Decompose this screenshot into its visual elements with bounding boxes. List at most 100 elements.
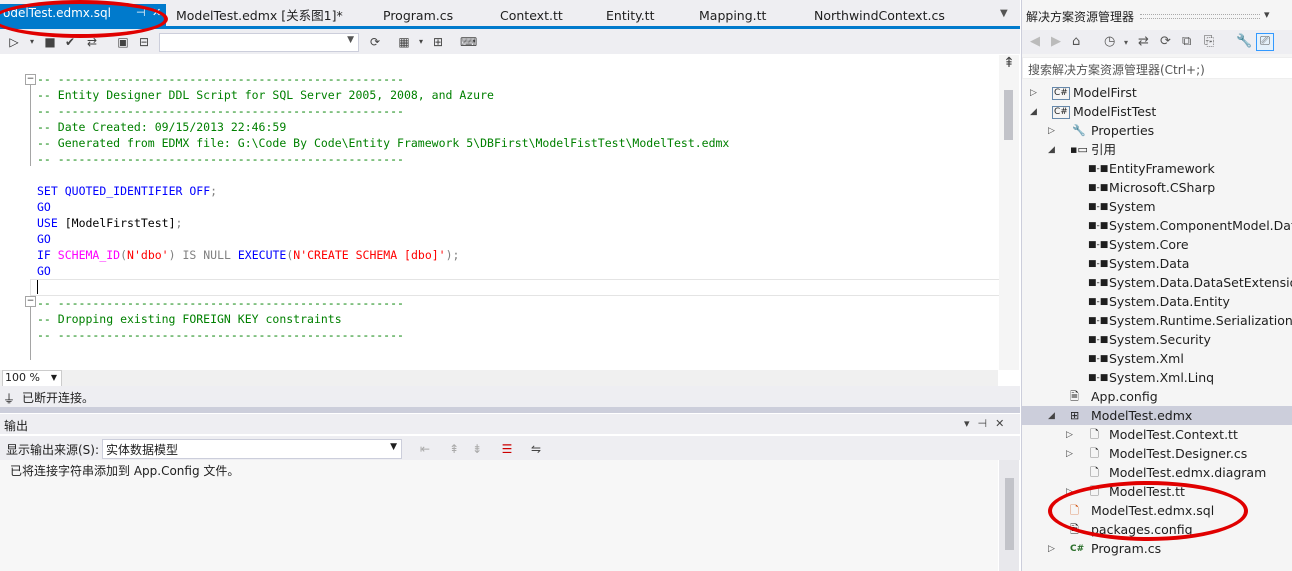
preview-icon[interactable]: ⎚ [1256,33,1274,51]
assembly-icon: ■-■ [1088,202,1109,212]
connection-status-text: 已断开连接。 [22,391,95,405]
grid-results-icon[interactable]: ▦ [396,34,412,50]
grid-dropdown-icon[interactable]: ▾ [413,34,429,50]
code-line: GO [37,200,51,214]
show-all-files-icon[interactable]: ⎘ [1204,34,1214,49]
scrollbar-thumb[interactable] [1004,90,1013,140]
home-icon[interactable]: ⌂ [1072,34,1080,49]
assembly-icon: ■-■ [1088,335,1109,345]
previous-message-icon[interactable]: ⇞ [446,441,462,457]
code-line: IF SCHEMA_ID(N'dbo') IS NULL EXECUTE(N'C… [37,248,460,262]
assembly-icon: ■-■ [1088,297,1109,307]
pending-changes-icon[interactable]: ◷ [1104,34,1115,49]
assembly-icon: ■-■ [1088,164,1109,174]
refresh-icon[interactable]: ⟳ [1160,34,1171,49]
options-icon[interactable]: ⌨ [460,34,477,50]
config-file-icon: 🗎 [1070,390,1079,403]
forward-icon[interactable]: ▶ [1051,34,1061,49]
solution-search-input[interactable]: 搜索解决方案资源管理器(Ctrl+;) [1022,57,1292,79]
code-line: -- -------------------------------------… [37,328,404,342]
output-pane-header [0,414,1020,434]
template-file-icon: 🗋 [1090,447,1099,460]
filter-dropdown-icon[interactable]: ▾ [1124,38,1128,47]
output-source-select[interactable]: 实体数据模型 ▼ [102,439,402,459]
template-file-icon: 🗋 [1090,428,1099,441]
sql-editor-toolbar [0,30,1020,54]
csharp-file-icon: C# [1070,544,1085,554]
output-message: 已将连接字符串添加到 App.Config 文件。 [10,464,240,478]
collapse-region-icon[interactable]: − [25,296,36,307]
tab-mapping-tt[interactable]: Mapping.tt [699,6,766,26]
database-select[interactable]: ▼ [159,33,359,52]
close-icon[interactable]: ✕ [995,417,1012,430]
tab-modeltest-edmx-diagram[interactable]: ModelTest.edmx [关系图1]* [176,6,343,26]
assembly-icon: ■-■ [1088,240,1109,250]
disconnect-icon[interactable]: ⊟ [136,34,152,50]
code-line: GO [37,232,51,246]
assembly-icon: ■-■ [1088,259,1109,269]
window-menu-icon[interactable]: ▾ [964,417,978,430]
assembly-icon: ■-■ [1088,221,1109,231]
disconnected-icon: ⏚ [3,392,16,406]
next-message-icon[interactable]: ⇟ [469,441,485,457]
pane-splitter[interactable] [0,407,1020,413]
connection-status-bar: ⏚ 已断开连接。 [0,386,1020,408]
split-window-icon[interactable]: ⇞ [999,55,1019,72]
scrollbar-thumb[interactable] [1005,478,1014,550]
tab-program-cs[interactable]: Program.cs [383,6,453,26]
results-icon[interactable]: ▣ [115,34,131,50]
code-line: -- -------------------------------------… [37,104,404,118]
zoom-select[interactable]: 100 % ▼ [2,370,62,387]
clear-all-icon[interactable]: ☰ [499,441,515,457]
code-line: -- Dropping existing FOREIGN KEY constra… [37,312,342,326]
tab-list-dropdown-icon[interactable]: ▼ [1000,8,1008,19]
execute-dropdown-icon[interactable]: ▾ [24,34,40,50]
code-line: -- Entity Designer DDL Script for SQL Se… [37,88,494,102]
wrench-icon: 🔧 [1072,124,1086,137]
csharp-project-icon: C# [1052,106,1070,119]
sync-icon[interactable]: ⇄ [1138,34,1149,49]
editor-horizontal-scrollbar[interactable] [0,370,998,386]
drag-grip[interactable] [1140,14,1260,19]
current-line-highlight [30,279,1000,296]
code-line: -- Date Created: 09/15/2013 22:46:59 [37,120,287,134]
annotation-circle-sql-file [1048,481,1248,541]
output-source-label: 显示输出来源(S): [6,443,100,457]
collapse-region-icon[interactable]: − [25,74,36,85]
solution-explorer-title: 解决方案资源管理器 [1026,10,1135,24]
output-pane-controls[interactable]: ▾⊣✕ [964,417,1012,430]
csharp-project-icon: C# [1052,87,1070,100]
references-icon: ▪▭ [1070,143,1088,156]
assembly-icon: ■-■ [1088,373,1109,383]
window-menu-icon[interactable]: ▾ [1264,8,1274,21]
properties-icon[interactable]: 🔧 [1236,34,1252,49]
tab-context-tt[interactable]: Context.tt [500,6,563,26]
edmx-icon: ⊞ [1070,409,1080,422]
find-message-icon[interactable]: ⇤ [417,441,433,457]
tab-entity-tt[interactable]: Entity.tt [606,6,655,26]
code-line: -- -------------------------------------… [37,72,404,86]
code-line: -- -------------------------------------… [37,296,404,310]
execute-icon[interactable]: ▷ [6,34,22,50]
code-line: USE [ModelFirstTest]; [37,216,183,230]
assembly-icon: ■-■ [1088,354,1109,364]
refresh-schema-icon[interactable]: ⟳ [367,34,383,50]
text-caret [37,280,38,294]
pin-icon[interactable]: ⊣ [978,417,996,430]
back-icon[interactable]: ◀ [1030,34,1040,49]
outline-line [30,80,31,166]
plan-icon[interactable]: ⊞ [430,34,446,50]
code-line: GO [37,264,51,278]
word-wrap-icon[interactable]: ⇋ [528,441,544,457]
outline-line [30,300,31,360]
code-line: -- Generated from EDMX file: G:\Code By … [37,136,730,150]
assembly-icon: ■-■ [1088,316,1109,326]
collapse-all-icon[interactable]: ⧉ [1182,34,1191,49]
assembly-icon: ■-■ [1088,183,1109,193]
annotation-circle-tab [0,0,168,38]
output-pane-title: 输出 [4,419,29,433]
template-file-icon: 🗋 [1090,466,1099,479]
tab-northwindcontext-cs[interactable]: NorthwindContext.cs [814,6,945,26]
solution-explorer-controls[interactable]: ▾ [1264,8,1274,21]
code-line: SET QUOTED_IDENTIFIER OFF; [37,184,218,198]
